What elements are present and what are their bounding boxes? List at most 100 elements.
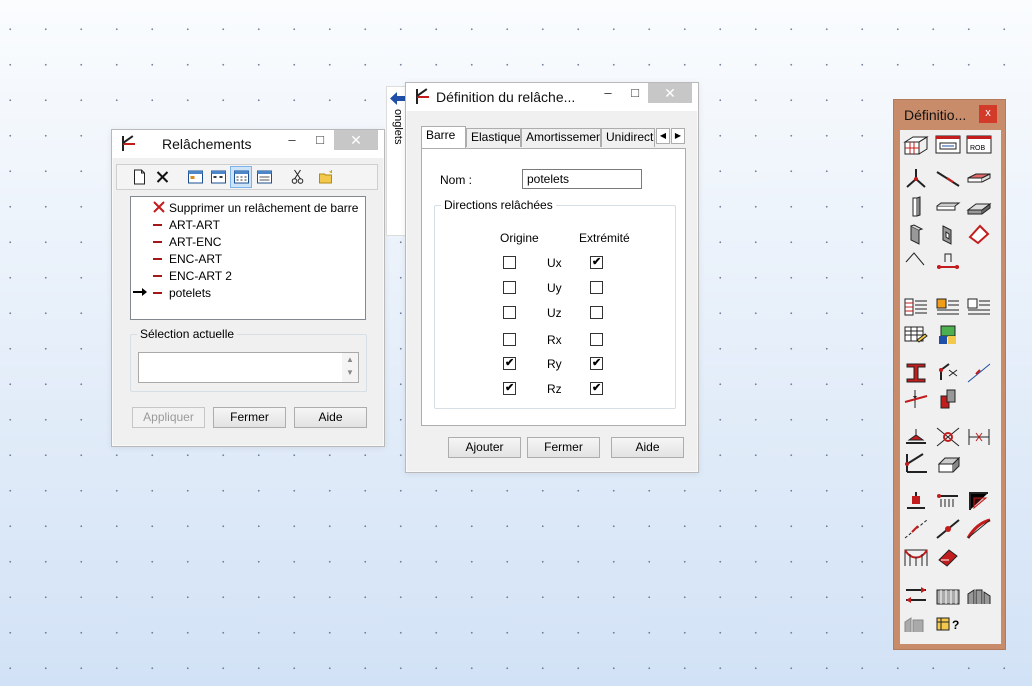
slab-icon[interactable] — [966, 196, 992, 218]
support-icon[interactable] — [903, 426, 929, 448]
dof-label: Ry — [547, 357, 562, 371]
help-button[interactable]: Aide — [611, 437, 684, 458]
ry-end-checkbox[interactable] — [590, 357, 603, 370]
apply-button[interactable]: Appliquer — [132, 407, 205, 428]
add-button[interactable]: Ajouter — [448, 437, 521, 458]
section-table-icon[interactable] — [903, 296, 929, 318]
steel-section-icon[interactable] — [903, 362, 929, 384]
bar-release-icon[interactable] — [935, 518, 961, 540]
selection-scrollbar[interactable]: ▲ ▼ — [342, 353, 358, 382]
node-icon[interactable] — [903, 168, 929, 190]
move-load-icon[interactable] — [903, 584, 929, 606]
tab-scroll-right[interactable]: ▶ — [671, 128, 685, 144]
definition-titlebar[interactable]: Définition du relâche... – □ ✕ — [406, 83, 698, 111]
tab-panel: Nom : potelets Directions relâchées Orig… — [421, 148, 686, 426]
rigid-connection-icon[interactable] — [903, 490, 929, 512]
minimize-button[interactable]: – — [278, 130, 306, 150]
polyline-icon[interactable] — [903, 250, 929, 272]
ry-origin-checkbox[interactable] — [503, 357, 516, 370]
wall-icon[interactable] — [903, 223, 929, 245]
close-dialog-button[interactable]: Fermer — [213, 407, 286, 428]
beam-icon[interactable] — [935, 196, 961, 218]
tab-amortissement[interactable]: Amortissement — [521, 128, 601, 147]
load-case-icon[interactable] — [935, 324, 961, 346]
foundation-icon[interactable] — [935, 452, 961, 474]
relachements-toolbar — [116, 164, 378, 190]
app-icon — [120, 135, 138, 153]
view-list-icon[interactable] — [233, 169, 250, 185]
elastic-support-icon[interactable] — [966, 426, 992, 448]
panel-icon[interactable] — [966, 168, 992, 190]
rz-origin-checkbox[interactable] — [503, 382, 516, 395]
close-dialog-button[interactable]: Fermer — [527, 437, 600, 458]
maximize-button[interactable]: □ — [306, 130, 334, 150]
column-icon[interactable] — [903, 196, 929, 218]
toolbox-close-button[interactable]: x — [979, 105, 997, 123]
elastic-ground-icon[interactable] — [935, 490, 961, 512]
building-icon[interactable] — [935, 584, 961, 606]
maximize-button[interactable]: □ — [621, 83, 649, 103]
rob-icon[interactable]: ROB — [966, 134, 992, 156]
relachements-list[interactable]: Supprimer un relâchement de barre ART-AR… — [130, 196, 366, 320]
release-circle-icon[interactable] — [935, 426, 961, 448]
table-edit-icon[interactable] — [903, 324, 929, 346]
dof-label: Uy — [547, 281, 562, 295]
tab-scroll-left[interactable]: ◀ — [656, 128, 670, 144]
tab-elastique[interactable]: Elastique — [466, 128, 521, 147]
crane-icon[interactable] — [903, 612, 929, 634]
list-item-current[interactable]: potelets — [131, 284, 365, 301]
delete-icon[interactable] — [154, 169, 171, 185]
offset-bar-icon[interactable] — [903, 518, 929, 540]
list-item[interactable]: ART-ART — [131, 216, 365, 233]
material-table-icon[interactable] — [935, 296, 961, 318]
cut-icon[interactable] — [289, 169, 306, 185]
structure-grid-icon[interactable] — [903, 134, 929, 156]
panel-release-icon[interactable] — [935, 546, 961, 568]
relachements-titlebar[interactable]: Relâchements – □ ✕ — [112, 130, 384, 158]
section-frame-icon[interactable] — [935, 134, 961, 156]
list-item-delete[interactable]: Supprimer un relâchement de barre — [131, 199, 365, 216]
close-button[interactable]: ✕ — [334, 130, 378, 150]
view-small-icon[interactable] — [210, 169, 227, 185]
bar-icon[interactable] — [935, 168, 961, 190]
tab-barre[interactable]: Barre — [421, 126, 466, 148]
release-dash-icon — [153, 258, 162, 260]
thickness-table-icon[interactable] — [966, 296, 992, 318]
view-details-icon[interactable] — [256, 169, 273, 185]
rigid-link-icon[interactable] — [935, 388, 961, 410]
definition-window: Définition du relâche... – □ ✕ Barre Ela… — [405, 82, 699, 473]
ux-origin-checkbox[interactable] — [503, 256, 516, 269]
corner-release-icon[interactable] — [935, 362, 961, 384]
wall-opening-icon[interactable] — [935, 223, 961, 245]
rx-origin-checkbox[interactable] — [503, 333, 516, 346]
tab-unidirectionnel[interactable]: Unidirectio — [601, 128, 655, 147]
open-folder-icon[interactable] — [318, 169, 335, 185]
edge-support-icon[interactable] — [966, 490, 992, 512]
new-document-icon[interactable] — [131, 169, 148, 185]
curved-bar-icon[interactable] — [966, 518, 992, 540]
ux-end-checkbox[interactable] — [590, 256, 603, 269]
minimize-button[interactable]: – — [594, 83, 622, 103]
uz-end-checkbox[interactable] — [590, 306, 603, 319]
help-button[interactable]: Aide — [294, 407, 367, 428]
name-input[interactable]: potelets — [522, 169, 642, 189]
load-help-icon[interactable]: ? — [935, 612, 961, 634]
arch-icon[interactable] — [903, 546, 929, 568]
list-item[interactable]: ART-ENC — [131, 233, 365, 250]
contour-icon[interactable] — [966, 223, 992, 245]
selection-input[interactable]: ▲ ▼ — [138, 352, 359, 383]
diagonal-node-icon[interactable] — [966, 362, 992, 384]
uy-end-checkbox[interactable] — [590, 281, 603, 294]
close-button[interactable]: ✕ — [648, 83, 692, 103]
node-support-icon[interactable] — [903, 452, 929, 474]
rz-end-checkbox[interactable] — [590, 382, 603, 395]
offset-icon[interactable] — [935, 250, 961, 272]
rx-end-checkbox[interactable] — [590, 333, 603, 346]
list-item[interactable]: ENC-ART 2 — [131, 267, 365, 284]
support-release-icon[interactable] — [903, 388, 929, 410]
uy-origin-checkbox[interactable] — [503, 281, 516, 294]
uz-origin-checkbox[interactable] — [503, 306, 516, 319]
list-item[interactable]: ENC-ART — [131, 250, 365, 267]
construction-icon[interactable] — [966, 584, 992, 606]
view-large-icon[interactable] — [187, 169, 204, 185]
